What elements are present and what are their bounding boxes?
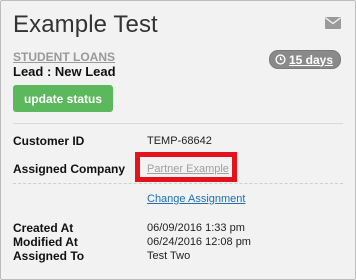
assigned-company-label: Assigned Company [13,162,126,176]
modified-at-label: Modified At [13,235,78,249]
dotted-divider [13,183,343,184]
lead-card: Example Test STUDENT LOANS Lead : New Le… [0,0,356,280]
customer-id-label: Customer ID [13,134,85,148]
lead-category-link[interactable]: STUDENT LOANS [13,50,115,64]
customer-id-value: TEMP-68642 [147,135,212,147]
lead-status-label: Lead : New Lead [13,64,116,79]
envelope-icon[interactable] [325,17,341,29]
clock-icon [275,54,286,65]
modified-at-value: 06/24/2016 12:08 pm [147,236,251,248]
days-badge[interactable]: 15 days [268,50,341,69]
page-title: Example Test [13,11,158,38]
created-at-value: 06/09/2016 1:33 pm [147,222,245,234]
created-at-label: Created At [13,221,74,235]
highlight-box [135,152,237,182]
assigned-to-value: Test Two [147,250,191,262]
change-assignment-link[interactable]: Change Assignment [147,193,245,205]
section-divider [13,123,343,124]
assigned-to-label: Assigned To [13,249,85,263]
days-badge-label: 15 days [288,52,333,67]
update-status-button[interactable]: update status [13,85,113,112]
